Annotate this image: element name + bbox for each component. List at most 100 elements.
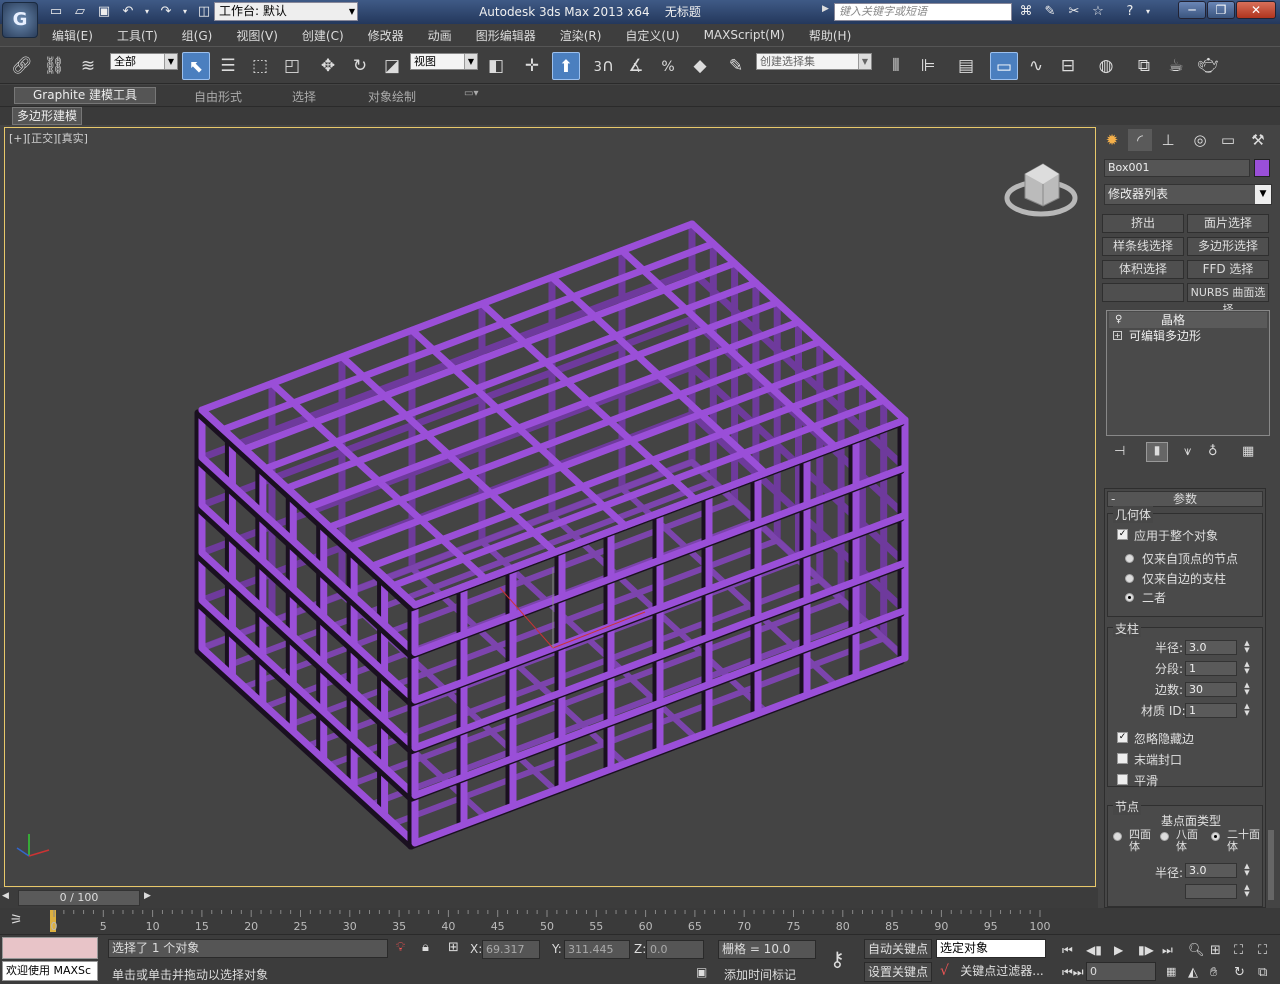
empty-modifier-button[interactable] [1102, 283, 1184, 302]
radio-vertices-only[interactable] [1125, 554, 1134, 563]
selection-filter-select[interactable]: 全部 ▼ [110, 53, 178, 70]
undo-dropdown-icon[interactable]: ▾ [142, 3, 152, 21]
lightbulb-icon[interactable]: ♀ [1115, 312, 1122, 328]
layer-manager-icon[interactable]: ▤ [952, 52, 980, 80]
zoom-icon[interactable]: 🔍︎ [1188, 943, 1205, 958]
z-coord-field[interactable]: 0.0 [646, 940, 704, 959]
field-of-view-icon[interactable]: ◭ [1188, 965, 1198, 980]
undo-icon[interactable]: ↶ [118, 3, 138, 21]
joint-segments-spinner[interactable] [1185, 884, 1237, 899]
reference-coordinate-select[interactable]: 视图 ▼ [410, 53, 478, 70]
perspective-viewport[interactable]: [+][正交][真实] [4, 127, 1096, 887]
maxscript-listener-pink[interactable] [2, 937, 98, 959]
next-frame-icon[interactable]: ▮▶ [1138, 943, 1154, 957]
object-name-field[interactable]: Box001 [1104, 159, 1250, 177]
schematic-view-icon[interactable]: ⊟ [1054, 52, 1082, 80]
render-teapot-icon[interactable]: 🫖︎ [1194, 52, 1222, 80]
go-to-start-icon[interactable]: ⏮ [1062, 943, 1073, 958]
modifier-stack[interactable]: ♀ 晶格 + 可编辑多边形 [1106, 310, 1270, 436]
menu-item-1[interactable]: 工具(T) [105, 27, 170, 44]
restore-button[interactable]: ❐ [1207, 1, 1235, 19]
curve-editor-icon[interactable]: ∿ [1022, 52, 1050, 80]
time-tag-icon[interactable]: ▣ [696, 965, 707, 979]
search-input[interactable]: 键入关键字或短语 [834, 3, 1012, 21]
menu-item-7[interactable]: 图形编辑器 [464, 27, 548, 44]
auto-key-button[interactable]: 自动关键点 [864, 939, 932, 959]
x-coord-field[interactable]: 69.317 [482, 940, 540, 959]
spinner-arrows-icon[interactable]: ▲ ▼ [1241, 863, 1253, 878]
modify-tab-icon[interactable]: ◜ [1128, 129, 1152, 151]
help-dropdown-icon[interactable]: ▾ [1138, 3, 1158, 21]
joint-radius-spinner[interactable]: 3.0 [1185, 863, 1237, 878]
menu-item-10[interactable]: MAXScript(M) [692, 28, 797, 42]
new-file-icon[interactable]: ▭ [46, 3, 66, 21]
percent-snap-icon[interactable]: % [654, 52, 682, 80]
end-caps-checkbox[interactable] [1117, 753, 1128, 764]
menu-item-9[interactable]: 自定义(U) [613, 27, 691, 44]
maximize-viewport-icon[interactable]: ⧉ [1258, 965, 1267, 980]
spinner-snap-icon[interactable]: ◆ [686, 52, 714, 80]
align-icon[interactable]: ⊫ [914, 52, 942, 80]
menu-item-5[interactable]: 修改器 [356, 27, 416, 44]
set-key-icon[interactable]: ⚷ [830, 947, 845, 971]
stack-item-editable-poly[interactable]: + 可编辑多边形 [1109, 328, 1267, 344]
orbit-icon[interactable]: ↻ [1234, 965, 1245, 980]
project-folder-icon[interactable]: ◫ [194, 3, 214, 21]
create-tab-icon[interactable]: ✹ [1100, 129, 1124, 151]
named-selection-set-select[interactable]: 创建选择集 ▼ [756, 53, 872, 70]
key-filter-curve-icon[interactable]: √ [940, 963, 949, 979]
rectangular-selection-icon[interactable]: ⬚ [246, 52, 274, 80]
workspace-select[interactable]: 工作台: 默认 ▼ [214, 2, 358, 21]
move-icon[interactable]: ✥ [314, 52, 342, 80]
tab-graphite-modeling[interactable]: Graphite 建模工具 [14, 87, 157, 104]
add-time-tag-label[interactable]: 添加时间标记 [724, 966, 796, 983]
pin-stack-icon[interactable]: ⊣ [1114, 444, 1125, 459]
time-configuration-icon[interactable]: ▦ [1166, 965, 1176, 978]
communication-icon[interactable]: ✂ [1064, 3, 1084, 21]
menu-item-0[interactable]: 编辑(E) [40, 27, 105, 44]
bind-spacewarp-icon[interactable]: ≋ [74, 52, 102, 80]
favorites-star-icon[interactable]: ☆ [1088, 3, 1108, 21]
previous-frame-icon[interactable]: ◀▮ [1086, 943, 1102, 957]
pan-view-icon[interactable]: ✋︎ [1210, 965, 1217, 980]
maxscript-mini-listener[interactable]: 欢迎使用 MAXSc [2, 961, 98, 981]
apply-entire-checkbox[interactable]: ✓ [1117, 529, 1128, 540]
radio-both[interactable] [1125, 593, 1134, 602]
strut-sides-spinner[interactable]: 30 [1185, 682, 1237, 697]
isolate-selection-icon[interactable]: 💡︎ [396, 940, 405, 955]
key-mode-select[interactable]: 选定对象 [936, 939, 1046, 958]
modifier-list-select[interactable]: 修改器列表 ▼ [1104, 184, 1272, 205]
select-object-icon[interactable]: ⬉ [182, 52, 210, 80]
menu-item-4[interactable]: 创建(C) [290, 27, 356, 44]
rollout-header[interactable]: - 参数 [1107, 491, 1263, 507]
rotate-icon[interactable]: ↻ [346, 52, 374, 80]
zoom-all-icon[interactable]: ⊞ [1210, 943, 1221, 958]
application-menu-button[interactable]: G [2, 2, 38, 38]
binoculars-icon[interactable]: ⌘ [1016, 3, 1036, 21]
absolute-mode-icon[interactable]: ⊞ [448, 940, 459, 955]
show-end-result-icon[interactable]: ▮ [1146, 442, 1168, 462]
radio-edges-only[interactable] [1125, 574, 1134, 583]
mirror-icon[interactable]: ⫴ [882, 52, 910, 80]
smooth-checkbox[interactable] [1117, 774, 1128, 785]
spinner-arrows-icon[interactable]: ▲ ▼ [1241, 884, 1253, 899]
spinner-arrows-icon[interactable]: ▲ ▼ [1241, 661, 1253, 676]
strut-material-id-spinner[interactable]: 1 [1185, 703, 1237, 718]
menu-item-11[interactable]: 帮助(H) [797, 27, 863, 44]
scale-icon[interactable]: ◪ [378, 52, 406, 80]
angle-snap-icon[interactable]: ∡ [622, 52, 650, 80]
keyboard-shortcut-override-icon[interactable]: ⬆ [552, 52, 580, 80]
strut-radius-spinner[interactable]: 3.0 [1185, 640, 1237, 655]
tab-object-paint[interactable]: 对象绘制 [368, 88, 416, 105]
viewcube[interactable] [1004, 163, 1078, 217]
tab-freeform[interactable]: 自由形式 [194, 88, 242, 105]
material-editor-icon[interactable]: ◍ [1092, 52, 1120, 80]
select-by-name-icon[interactable]: ☰ [214, 52, 242, 80]
unlink-icon[interactable]: ⛓︎ [40, 52, 68, 80]
help-icon[interactable]: ? [1120, 3, 1140, 21]
radio-tetra[interactable] [1113, 832, 1122, 841]
poly-select-button[interactable]: 多边形选择 [1187, 237, 1269, 256]
key-filters-button[interactable]: 关键点过滤器... [956, 962, 1048, 982]
redo-dropdown-icon[interactable]: ▾ [180, 3, 190, 21]
configure-sets-icon[interactable]: ▦ [1242, 444, 1254, 459]
